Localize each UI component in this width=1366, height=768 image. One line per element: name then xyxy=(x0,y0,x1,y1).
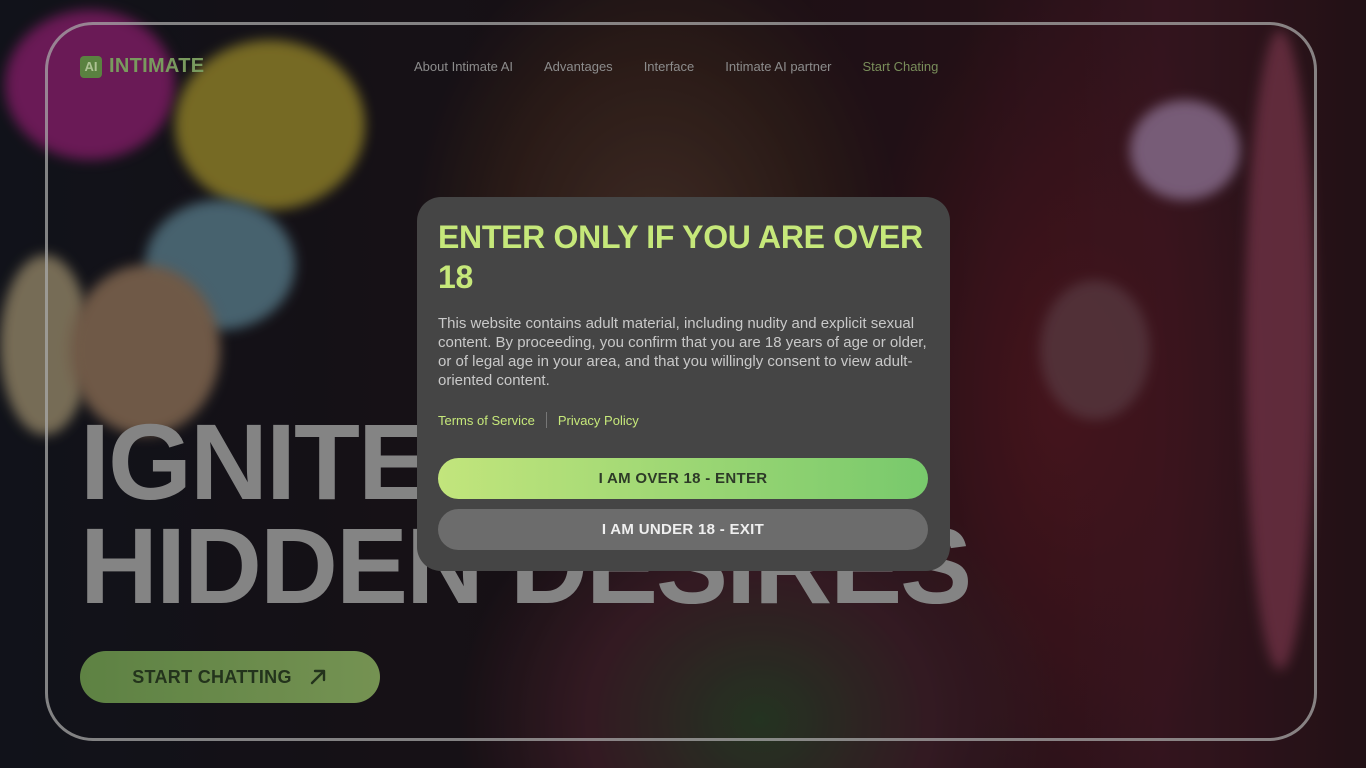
legal-links: Terms of Service Privacy Policy xyxy=(438,412,929,428)
age-gate-message: This website contains adult material, in… xyxy=(438,315,927,389)
privacy-policy-link[interactable]: Privacy Policy xyxy=(558,413,639,428)
age-gate-modal: ENTER ONLY IF YOU ARE OVER 18 This websi… xyxy=(417,197,950,571)
link-divider xyxy=(545,412,547,428)
exit-under-18-button[interactable]: I AM UNDER 18 - EXIT xyxy=(438,509,928,550)
age-gate-title: ENTER ONLY IF YOU ARE OVER 18 xyxy=(438,219,923,295)
terms-of-service-link[interactable]: Terms of Service xyxy=(438,413,535,428)
enter-over-18-button[interactable]: I AM OVER 18 - ENTER xyxy=(438,458,928,499)
